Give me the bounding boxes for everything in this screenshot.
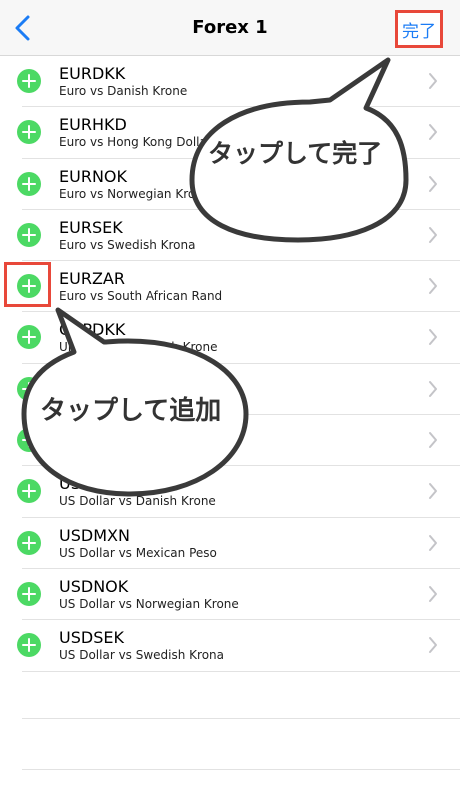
pair-code: EURSEK: [59, 217, 123, 237]
row-divider: [22, 670, 460, 672]
chevron-right-icon[interactable]: [428, 431, 438, 449]
chevron-right-icon[interactable]: [428, 585, 438, 603]
add-icon[interactable]: [17, 581, 41, 606]
chevron-right-icon[interactable]: [428, 72, 438, 90]
pair-code: EURHKD: [59, 115, 127, 135]
add-icon[interactable]: [17, 120, 41, 145]
pair-code: USDNOK: [59, 576, 129, 596]
chevron-right-icon[interactable]: [428, 380, 438, 398]
forex-pair-row[interactable]: EURZAR Euro vs South African Rand: [0, 261, 460, 313]
done-button[interactable]: 完了: [395, 10, 443, 48]
add-callout-text: タップして追加: [40, 396, 222, 426]
chevron-right-icon[interactable]: [428, 482, 438, 500]
chevron-right-icon[interactable]: [428, 328, 438, 346]
add-icon[interactable]: [17, 530, 41, 555]
add-highlight-frame: [4, 262, 51, 307]
done-callout-bubble: タップして完了: [180, 52, 410, 244]
chevron-right-icon[interactable]: [428, 277, 438, 295]
done-callout-text: タップして完了: [208, 139, 383, 168]
empty-row-divider: [22, 769, 460, 770]
pair-description: US Dollar vs Norwegian Krone: [59, 596, 239, 611]
pair-code: USDSEK: [59, 628, 124, 648]
pair-description: Euro vs South African Rand: [59, 289, 223, 304]
forex-pair-row[interactable]: USDSEK US Dollar vs Swedish Krona: [0, 620, 460, 672]
pair-code: EURDKK: [59, 64, 126, 83]
forex-pair-row[interactable]: USDNOK US Dollar vs Norwegian Krone: [0, 569, 460, 621]
page-title: Forex 1: [192, 17, 268, 38]
add-icon[interactable]: [17, 222, 41, 247]
pair-description: US Dollar vs Mexican Peso: [59, 545, 217, 560]
chevron-right-icon[interactable]: [428, 175, 438, 193]
pair-code: EURZAR: [59, 269, 125, 289]
add-icon[interactable]: [17, 171, 41, 196]
pair-description: Euro vs Swedish Krona: [59, 237, 196, 252]
chevron-right-icon[interactable]: [428, 226, 438, 244]
add-icon[interactable]: [17, 633, 41, 658]
chevron-right-icon[interactable]: [428, 534, 438, 552]
add-callout-bubble: タップして追加: [18, 306, 250, 500]
pair-code: USDMXN: [59, 525, 130, 545]
empty-row-divider: [22, 718, 460, 719]
pair-description: Euro vs Danish Krone: [59, 84, 188, 98]
navigation-bar: Forex 1 完了: [0, 0, 460, 56]
add-icon[interactable]: [17, 69, 41, 93]
chevron-right-icon[interactable]: [428, 123, 438, 141]
forex-pair-row[interactable]: USDMXN US Dollar vs Mexican Peso: [0, 518, 460, 569]
pair-description: US Dollar vs Swedish Krona: [59, 648, 225, 663]
pair-code: EURNOK: [59, 166, 127, 186]
chevron-right-icon[interactable]: [428, 636, 438, 654]
